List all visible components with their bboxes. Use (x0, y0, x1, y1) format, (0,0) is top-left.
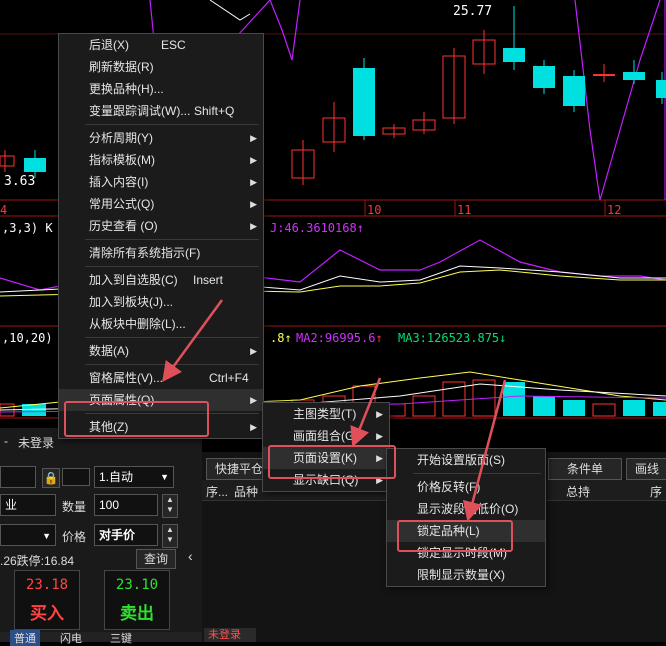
sell-price: 23.10 (115, 577, 159, 593)
sell-label: 卖出 (120, 604, 154, 623)
high-price-label: 25.77 (453, 4, 493, 19)
buy-price: 23.18 (25, 577, 69, 593)
vol-param-label: ,10,20) (2, 331, 53, 345)
date-label: 4 (0, 203, 8, 217)
sell-button[interactable]: 23.10 卖出 (104, 570, 170, 630)
condition-order-button[interactable]: 条件单 (548, 458, 622, 480)
qty-stepper[interactable]: ▲ ▼ (162, 494, 178, 518)
menu-add-favorite[interactable]: 加入到自选股(C) Insert (59, 269, 263, 291)
col-variety: 品种 (234, 485, 259, 499)
tab-flash[interactable]: 闪电 (60, 630, 82, 646)
menu-start-layout[interactable]: 开始设置版面(S) (387, 449, 545, 471)
kdj-param-label: ,3,3) K (2, 221, 53, 235)
low-price-label: 3.63 (4, 174, 36, 189)
menu-separator (85, 239, 259, 240)
vol-ma2-label: MA2:96995.6↑ (296, 331, 383, 345)
menu-refresh[interactable]: 刷新数据(R) (59, 56, 263, 78)
menu-separator (85, 364, 259, 365)
menu-indicator-template[interactable]: 指标模板(M) ▶ (59, 149, 263, 171)
menu-show-swing[interactable]: 显示波段高低价(O) (387, 498, 545, 520)
vol-ma1-label: .8↑ (270, 331, 292, 345)
page-settings-submenu: 开始设置版面(S) 价格反转(F) 显示波段高低价(O) 锁定品种(L) 锁定显… (386, 448, 546, 587)
qty-label: 数量 (62, 500, 87, 514)
price-type-dropdown[interactable]: ▼ (0, 524, 56, 546)
kdj-j-label: J:46.3610168↑ (270, 221, 364, 235)
highlight-lock-variety (397, 520, 513, 552)
menu-separator (413, 473, 541, 474)
col-seq: 序... (206, 485, 229, 499)
vol-ma3-label: MA3:126523.875↓ (398, 331, 507, 345)
qty-input[interactable]: 100 (94, 494, 158, 516)
menu-add-to-block[interactable]: 加入到板块(J)... (59, 291, 263, 313)
menu-insert[interactable]: 插入内容(I) ▶ (59, 171, 263, 193)
highlight-page-settings (268, 445, 396, 479)
draw-line-button[interactable]: 画线 (626, 458, 666, 480)
buy-button[interactable]: 23.18 买入 (14, 570, 80, 630)
highlight-page-props (64, 401, 209, 437)
price-stepper[interactable]: ▲ ▼ (162, 524, 178, 548)
menu-layout-combo[interactable]: 画面组合(G) ▶ (263, 425, 389, 447)
login-status: 未登录 (18, 436, 55, 450)
lock-icon[interactable]: 🔒 (42, 468, 60, 488)
tab-normal[interactable]: 普通 (10, 630, 40, 646)
menu-separator (85, 124, 259, 125)
menu-period[interactable]: 分析周期(Y) ▶ (59, 127, 263, 149)
date-label: 10 (367, 203, 382, 217)
menu-price-reverse[interactable]: 价格反转(F) (387, 476, 545, 498)
menu-common-formula[interactable]: 常用公式(Q) ▶ (59, 193, 263, 215)
menu-change-variety[interactable]: 更换品种(H)... (59, 78, 263, 100)
collapse-arrow-icon[interactable]: ‹ (188, 548, 193, 564)
direction-field[interactable]: 业 (0, 494, 56, 516)
price-input[interactable]: 对手价 (94, 524, 158, 546)
menu-remove-from-block[interactable]: 从板块中删除(L)... (59, 313, 263, 335)
mode-select[interactable]: 1.自动 ▼ (94, 466, 174, 488)
limit-info: .26跌停:16.84 (0, 554, 75, 568)
menu-limit-count[interactable]: 限制显示数量(X) (387, 564, 545, 586)
price-label: 价格 (62, 530, 87, 544)
bottom-login-tab[interactable]: 未登录 (204, 628, 256, 642)
query-button[interactable]: 查询 (136, 549, 176, 569)
menu-var-debug[interactable]: 变量跟踪调试(W)... Shift+Q (59, 100, 263, 122)
context-menu: 后退(X) ESC 刷新数据(R) 更换品种(H)... 变量跟踪调试(W)...… (58, 33, 264, 439)
menu-separator (85, 266, 259, 267)
menu-data[interactable]: 数据(A) ▶ (59, 340, 263, 362)
menu-back[interactable]: 后退(X) ESC (59, 34, 263, 56)
buy-label: 买入 (30, 604, 64, 623)
order-tabs: 普通 闪电 三键 (0, 630, 202, 646)
col-total: 总持 (566, 485, 591, 499)
date-label: 11 (457, 203, 472, 217)
account-aux-field[interactable] (62, 468, 90, 486)
date-label: 12 (607, 203, 622, 217)
account-field[interactable] (0, 466, 36, 488)
col-seq2: 序 (650, 485, 663, 499)
menu-history[interactable]: 历史查看 (O) ▶ (59, 215, 263, 237)
tab-three-key[interactable]: 三键 (110, 630, 132, 646)
menu-main-chart-type[interactable]: 主图类型(T) ▶ (263, 403, 389, 425)
menu-separator (85, 337, 259, 338)
menu-pane-props[interactable]: 窗格属性(V)... Ctrl+F4 (59, 367, 263, 389)
close-mark-icon[interactable]: - (4, 434, 8, 448)
menu-clear-indicators[interactable]: 清除所有系统指示(F) (59, 242, 263, 264)
